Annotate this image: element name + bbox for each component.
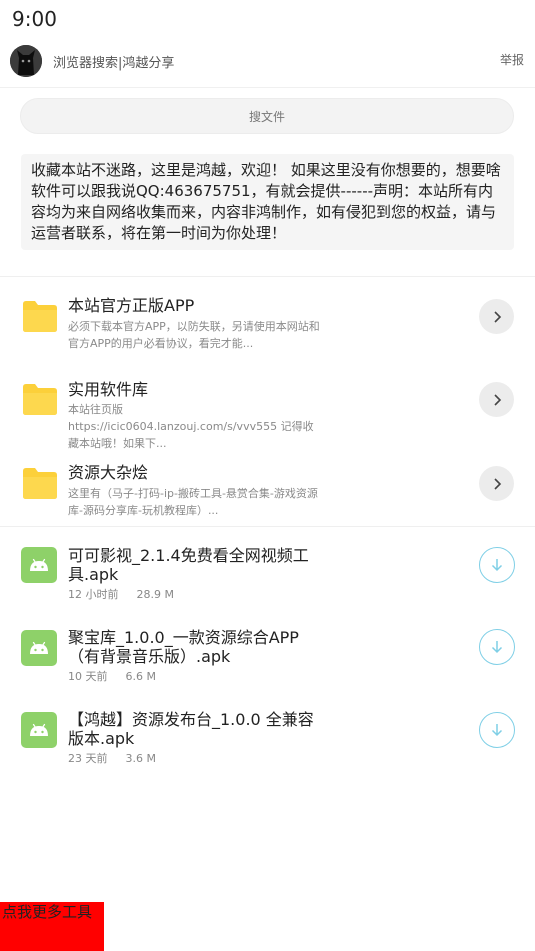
notice-text: 收藏本站不迷路，这里是鸿越，欢迎！ 如果这里没有你想要的，想要啥软件可以跟我说Q…: [21, 154, 514, 250]
folder-item-software-library[interactable]: 实用软件库 本站往页版 https://icic0604.lanzouj.com…: [0, 374, 535, 450]
download-button[interactable]: [479, 547, 515, 583]
chevron-right-icon: [493, 477, 501, 490]
file-item[interactable]: 聚宝库_1.0.0_一款资源综合APP（有背景音乐版）.apk 10 天前 6.6…: [0, 626, 535, 686]
android-apk-icon: [21, 712, 57, 748]
download-arrow-icon: [491, 724, 503, 737]
download-arrow-icon: [491, 641, 503, 654]
folder-title: 本站官方正版APP: [68, 296, 195, 315]
file-name: 可可影视_2.1.4免费看全网视频工具.apk: [68, 546, 309, 584]
file-time: 10 天前: [68, 670, 108, 683]
divider: [0, 276, 535, 277]
file-meta: 23 天前 3.6 M: [68, 750, 156, 766]
folder-open-button[interactable]: [479, 466, 514, 501]
folder-item-resources[interactable]: 资源大杂烩 这里有（马子-打码-ip-搬砖工具-悬赏合集-游戏资源库-源码分享库…: [0, 458, 535, 524]
file-item[interactable]: 【鸿越】资源发布台_1.0.0 全兼容版本.apk 23 天前 3.6 M: [0, 708, 535, 768]
folder-open-button[interactable]: [479, 382, 514, 417]
folder-desc: 必须下载本官方APP，以防失联，另请使用本网站和官方APP的用户必看协议，看完才…: [68, 320, 320, 350]
android-apk-icon: [21, 630, 57, 666]
folder-open-button[interactable]: [479, 299, 514, 334]
folder-icon: [21, 382, 59, 416]
file-meta: 12 小时前 28.9 M: [68, 586, 174, 602]
report-link[interactable]: 举报: [500, 51, 524, 68]
folder-title: 实用软件库: [68, 380, 149, 399]
folder-icon: [21, 299, 59, 333]
folder-desc: 本站往页版 https://icic0604.lanzouj.com/s/vvv…: [68, 403, 314, 450]
file-time: 12 小时前: [68, 588, 119, 601]
avatar[interactable]: [10, 45, 42, 77]
download-button[interactable]: [479, 712, 515, 748]
file-time: 23 天前: [68, 752, 108, 765]
search-placeholder: 搜文件: [248, 109, 285, 124]
folder-icon: [21, 466, 59, 500]
more-tools-button[interactable]: 点我更多工具: [0, 902, 104, 951]
file-name: 聚宝库_1.0.0_一款资源综合APP（有背景音乐版）.apk: [68, 628, 299, 666]
folder-item-official-app[interactable]: 本站官方正版APP 必须下载本官方APP，以防失联，另请使用本网站和官方APP的…: [0, 290, 535, 360]
folder-desc: 这里有（马子-打码-ip-搬砖工具-悬赏合集-游戏资源库-源码分享库-玩机教程库…: [68, 487, 318, 517]
status-bar: 9:00: [0, 0, 535, 38]
header-title: 浏览器搜索|鸿越分享: [53, 56, 175, 71]
download-button[interactable]: [479, 629, 515, 665]
avatar-cat-icon: [10, 45, 42, 77]
header: 浏览器搜索|鸿越分享 举报: [0, 42, 535, 88]
file-item[interactable]: 可可影视_2.1.4免费看全网视频工具.apk 12 小时前 28.9 M: [0, 544, 535, 604]
chevron-right-icon: [493, 310, 501, 323]
chevron-right-icon: [493, 393, 501, 406]
divider: [0, 526, 535, 527]
android-apk-icon: [21, 547, 57, 583]
folder-title: 资源大杂烩: [68, 463, 149, 482]
file-meta: 10 天前 6.6 M: [68, 668, 156, 684]
file-size: 28.9 M: [136, 588, 174, 601]
file-size: 3.6 M: [125, 752, 156, 765]
search-input[interactable]: 搜文件: [20, 98, 514, 134]
file-size: 6.6 M: [125, 670, 156, 683]
file-name: 【鸿越】资源发布台_1.0.0 全兼容版本.apk: [68, 710, 314, 748]
download-arrow-icon: [491, 559, 503, 572]
status-time: 9:00: [12, 7, 57, 31]
